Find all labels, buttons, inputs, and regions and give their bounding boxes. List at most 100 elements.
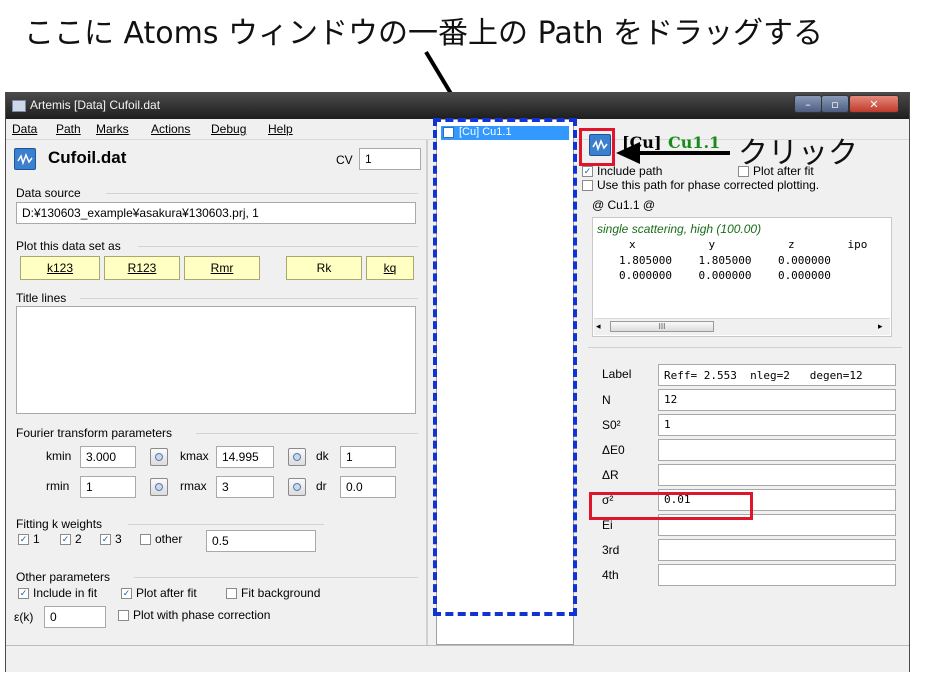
- kmin-input[interactable]: 3.000: [80, 446, 136, 468]
- kmax-label: kmax: [180, 449, 209, 463]
- rmax-pick-button[interactable]: [288, 478, 306, 496]
- dr-input[interactable]: 0.0: [340, 476, 396, 498]
- dk-label: dk: [316, 449, 329, 463]
- scroll-right-icon[interactable]: ▸: [878, 321, 883, 332]
- param-de0-label: ΔE0: [602, 443, 625, 457]
- param-label-input[interactable]: Reff= 2.553 nleg=2 degen=12: [658, 364, 896, 386]
- title-lines-divider: [80, 298, 418, 299]
- title-bar[interactable]: Artemis [Data] Cufoil.dat – ▫ ✕: [6, 93, 909, 119]
- epsilon-label: ε(k): [14, 610, 34, 624]
- feff-row-1: 1.805000 1.805000 0.000000: [619, 254, 831, 267]
- data-source-input[interactable]: D:¥130603_example¥asakura¥130603.prj, 1: [16, 202, 416, 224]
- param-4th-label: 4th: [602, 568, 619, 582]
- status-bar: [6, 645, 909, 672]
- kw2-checkbox[interactable]: ✓: [60, 534, 71, 545]
- dk-input[interactable]: 1: [340, 446, 396, 468]
- phase-corrected-label: Use this path for phase corrected plotti…: [597, 178, 820, 192]
- data-icon[interactable]: [14, 148, 36, 170]
- fitting-weights-divider: [128, 524, 324, 525]
- menu-help[interactable]: Help: [268, 122, 293, 136]
- feff-hscrollbar[interactable]: ◂ III ▸: [594, 318, 890, 335]
- scroll-left-icon[interactable]: ◂: [596, 321, 601, 332]
- param-de0-input[interactable]: [658, 439, 896, 461]
- kmax-pick-button[interactable]: [288, 448, 306, 466]
- scroll-thumb[interactable]: III: [610, 321, 714, 332]
- click-note: クリック: [738, 136, 858, 171]
- plot-phase-checkbox[interactable]: [118, 610, 129, 621]
- path-panel: [Cu] Cu1.1 ✓ Include path Plot after fit…: [578, 119, 904, 645]
- drop-target-annotation: [433, 118, 577, 616]
- rmin-pick-button[interactable]: [150, 478, 168, 496]
- instruction-caption: ここに Atoms ウィンドウの一番上の Path をドラッグする: [24, 16, 824, 51]
- cv-input[interactable]: 1: [359, 148, 421, 170]
- rmax-label: rmax: [180, 479, 207, 493]
- param-3rd-input[interactable]: [658, 539, 896, 561]
- fourier-divider: [196, 433, 418, 434]
- param-4th-input[interactable]: [658, 564, 896, 586]
- plot-after-fit-checkbox[interactable]: ✓: [121, 588, 132, 599]
- param-n-input[interactable]: 12: [658, 389, 896, 411]
- kmin-pick-button[interactable]: [150, 448, 168, 466]
- param-ei-label: Ei: [602, 518, 613, 532]
- kw-other-label: other: [155, 532, 183, 546]
- maximize-button[interactable]: ▫: [821, 95, 849, 113]
- left-arrow-annotation: [616, 142, 730, 164]
- title-lines-textarea[interactable]: [16, 306, 416, 414]
- plot-after-fit-label: Plot after fit: [136, 586, 197, 600]
- rmax-input[interactable]: 3: [216, 476, 274, 498]
- cv-label: CV: [336, 153, 353, 167]
- plot-kq-button[interactable]: kq: [366, 256, 414, 280]
- param-s02-input[interactable]: 1: [658, 414, 896, 436]
- kmax-input[interactable]: 14.995: [216, 446, 274, 468]
- plot-as-label: Plot this data set as: [16, 239, 121, 253]
- plot-rmr-button[interactable]: Rmr: [184, 256, 260, 280]
- kw-other-checkbox[interactable]: [140, 534, 151, 545]
- menu-data[interactable]: Data: [12, 122, 37, 136]
- window-title: Artemis [Data] Cufoil.dat: [30, 98, 161, 112]
- data-source-label: Data source: [16, 186, 81, 200]
- feff-info-box[interactable]: single scattering, high (100.00) x y z i…: [592, 217, 892, 337]
- plot-r123-button[interactable]: R123: [104, 256, 180, 280]
- include-path-checkbox[interactable]: ✓: [582, 166, 593, 177]
- kw2-label: 2: [75, 532, 82, 546]
- fit-background-label: Fit background: [241, 586, 321, 600]
- window-icon: [12, 100, 26, 112]
- close-button[interactable]: ✕: [849, 95, 899, 113]
- param-s02-label: S0²: [602, 418, 621, 432]
- kw3-checkbox[interactable]: ✓: [100, 534, 111, 545]
- menu-actions[interactable]: Actions: [151, 122, 190, 136]
- data-file-name: Cufoil.dat: [48, 148, 127, 167]
- include-in-fit-checkbox[interactable]: ✓: [18, 588, 29, 599]
- plot-as-divider: [138, 246, 418, 247]
- menu-path[interactable]: Path: [56, 122, 81, 136]
- plot-rk-button[interactable]: Rk: [286, 256, 362, 280]
- feff-header: single scattering, high (100.00): [597, 222, 762, 236]
- title-lines-label: Title lines: [16, 291, 67, 305]
- kw-other-input[interactable]: 0.5: [206, 530, 316, 552]
- kw3-label: 3: [115, 532, 122, 546]
- fit-background-checkbox[interactable]: [226, 588, 237, 599]
- param-dr-label: ΔR: [602, 468, 619, 482]
- phase-corrected-checkbox[interactable]: [582, 180, 593, 191]
- include-in-fit-label: Include in fit: [33, 586, 98, 600]
- epsilon-input[interactable]: 0: [44, 606, 106, 628]
- param-label-label: Label: [602, 367, 632, 381]
- param-3rd-label: 3rd: [602, 543, 620, 557]
- plot-phase-label: Plot with phase correction: [133, 608, 271, 622]
- fourier-label: Fourier transform parameters: [16, 426, 173, 440]
- kw1-checkbox[interactable]: ✓: [18, 534, 29, 545]
- menu-marks[interactable]: Marks: [96, 122, 129, 136]
- other-params-label: Other parameters: [16, 570, 111, 584]
- feff-columns: x y z ipo: [629, 238, 868, 251]
- menu-debug[interactable]: Debug: [211, 122, 246, 136]
- minimize-button[interactable]: –: [794, 95, 822, 113]
- click-target-annotation: [579, 128, 615, 166]
- dr-label: dr: [316, 479, 327, 493]
- plot-k123-button[interactable]: k123: [20, 256, 100, 280]
- panel-separator: [426, 140, 428, 645]
- rmin-input[interactable]: 1: [80, 476, 136, 498]
- data-source-divider: [106, 193, 418, 194]
- data-panel: Cufoil.dat CV 1 Data source D:¥130603_ex…: [6, 140, 426, 645]
- feff-row-2: 0.000000 0.000000 0.000000: [619, 269, 831, 282]
- param-dr-input[interactable]: [658, 464, 896, 486]
